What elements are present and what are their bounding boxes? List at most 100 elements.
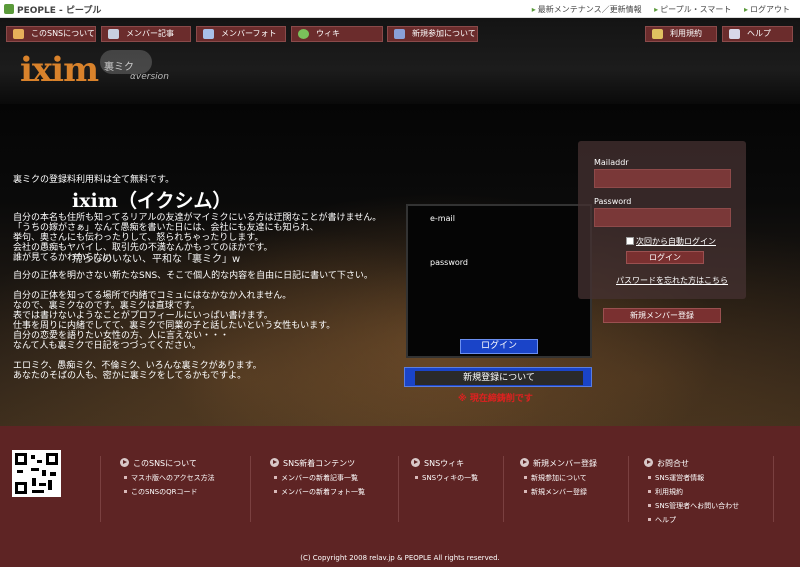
hero-line: 自分の正体を明かさない新たなSNS、そこで個人的な内容を自由に日記に書いて下さい…: [13, 271, 373, 281]
nav-terms[interactable]: 利用規約: [645, 26, 717, 42]
footer-divider: [503, 456, 504, 522]
footer-head-new-member[interactable]: 新規メンバー登録: [520, 458, 597, 469]
auto-login-label: 次回から自動ログイン: [636, 237, 716, 246]
login-button[interactable]: ログイン: [460, 339, 538, 354]
copyright: (C) Copyright 2008 relav.jp & PEOPLE All…: [300, 554, 500, 562]
footer-link[interactable]: SNSウィキの一覧: [411, 473, 478, 483]
nav-new-join-label: 新規参加について: [412, 29, 476, 38]
footer-col-wiki: SNSウィキ SNSウィキの一覧: [411, 458, 478, 483]
footer-link[interactable]: ヘルプ: [644, 515, 739, 525]
hero-title: ixim（イクシム）: [72, 190, 232, 212]
arrow-circle-icon: [644, 458, 653, 467]
footer-col-new-content: SNS新着コンテンツ メンバーの新着記事一覧 メンバーの新着フォト一覧: [270, 458, 365, 497]
footer-col-new-member: 新規メンバー登録 新規参加について 新規メンバー登録: [520, 458, 597, 497]
people-smart-link-label: ピープル・スマート: [660, 5, 732, 14]
new-member-button[interactable]: 新規メンバー登録: [603, 308, 721, 323]
arrow-icon: ▸: [743, 5, 748, 14]
footer-head-label: SNSウィキ: [424, 459, 465, 468]
side-login-button[interactable]: ログイン: [626, 251, 704, 264]
footer-head-label: このSNSについて: [133, 459, 197, 468]
password-label: password: [430, 258, 468, 267]
nav-member-articles[interactable]: メンバー記事: [101, 26, 191, 42]
login-panel: e-mail password ログイン: [406, 204, 592, 358]
qr-code: [12, 450, 61, 497]
arrow-icon: ▸: [654, 5, 659, 14]
forgot-password-link[interactable]: パスワードを忘れた方はこちら: [616, 275, 728, 286]
users-icon: [394, 29, 405, 39]
side-login-panel: Mailaddr Password 次回から自動ログイン ログイン パスワードを…: [578, 141, 746, 299]
arrow-circle-icon: [120, 458, 129, 467]
footer-divider: [773, 456, 774, 522]
nav-wiki[interactable]: ウィキ: [291, 26, 383, 42]
arrow-icon: ▸: [531, 5, 536, 14]
footer-link[interactable]: メンバーの新着記事一覧: [270, 473, 365, 483]
people-logo-icon: [4, 4, 14, 14]
footer-link[interactable]: マスホ版へのアクセス方法: [120, 473, 215, 483]
maintenance-link-label: 最新メンテナンス／更新情報: [537, 5, 642, 14]
article-icon: [108, 29, 119, 39]
footer-link[interactable]: メンバーの新着フォト一覧: [270, 487, 365, 497]
free-notice: 裏ミクの登録料利用料は全て無料です。: [13, 175, 175, 185]
footer-head-label: 新規メンバー登録: [533, 459, 597, 468]
footer-divider: [250, 456, 251, 522]
people-smart-link[interactable]: ▸ ピープル・スマート: [654, 5, 731, 14]
site-logo[interactable]: ixim: [20, 50, 99, 90]
help-icon: [729, 29, 740, 39]
nav-wiki-label: ウィキ: [316, 29, 340, 38]
logo-subtitle: 裏ミク: [104, 62, 134, 73]
mailaddr-field[interactable]: [594, 169, 731, 188]
mailaddr-label: Mailaddr: [594, 158, 629, 167]
arrow-circle-icon: [411, 458, 420, 467]
footer-head-new-content[interactable]: SNS新着コンテンツ: [270, 458, 365, 469]
nav-about-sns-label: このSNSについて: [31, 29, 95, 38]
nav-member-photos-label: メンバーフォト: [221, 29, 277, 38]
footer-divider: [100, 456, 101, 522]
footer-link[interactable]: SNS運営者情報: [644, 473, 739, 483]
globe-icon: [298, 29, 309, 39]
home-icon: [13, 29, 24, 39]
top-bar: PEOPLE - ピープル ▸ 最新メンテナンス／更新情報 ▸ ピープル・スマート …: [0, 0, 800, 18]
nav-terms-label: 利用規約: [670, 29, 702, 38]
footer-head-label: お問合せ: [657, 459, 689, 468]
register-about-label: 新規登録について: [415, 371, 583, 385]
email-label: e-mail: [430, 214, 455, 223]
nav-member-articles-label: メンバー記事: [126, 29, 174, 38]
nav-member-photos[interactable]: メンバーフォト: [196, 26, 286, 42]
footer-head-wiki[interactable]: SNSウィキ: [411, 458, 478, 469]
password-field[interactable]: [594, 208, 731, 227]
logo-version: αversion: [130, 72, 169, 82]
arrow-circle-icon: [270, 458, 279, 467]
brand-label: PEOPLE - ピープル: [17, 6, 102, 16]
footer-head-label: SNS新着コンテンツ: [283, 459, 356, 468]
checkbox-icon[interactable]: [626, 237, 634, 245]
pencil-icon: [652, 29, 663, 39]
footer-link[interactable]: このSNSのQRコード: [120, 487, 215, 497]
footer-link[interactable]: 新規参加について: [520, 473, 597, 483]
logout-link[interactable]: ▸ ログアウト: [744, 5, 790, 14]
footer-col-about: このSNSについて マスホ版へのアクセス方法 このSNSのQRコード: [120, 458, 215, 497]
site-footer: このSNSについて マスホ版へのアクセス方法 このSNSのQRコード SNS新着…: [0, 426, 800, 567]
footer-col-contact: お問合せ SNS運営者情報 利用規約 SNS管理者へお問い合わせ ヘルプ: [644, 458, 739, 525]
auto-login-checkbox[interactable]: 次回から自動ログイン: [626, 236, 716, 247]
footer-head-about[interactable]: このSNSについて: [120, 458, 215, 469]
register-about-button[interactable]: 新規登録について: [404, 367, 592, 387]
footer-link[interactable]: 新規メンバー登録: [520, 487, 597, 497]
email-field[interactable]: [430, 226, 570, 240]
maintenance-link[interactable]: ▸ 最新メンテナンス／更新情報: [532, 5, 642, 14]
people-brand[interactable]: PEOPLE - ピープル: [4, 3, 101, 16]
nav-about-sns[interactable]: このSNSについて: [6, 26, 96, 42]
arrow-circle-icon: [520, 458, 529, 467]
footer-divider: [628, 456, 629, 522]
nav-new-join[interactable]: 新規参加について: [387, 26, 478, 42]
hero-quote: 荒らしのいない、平和な「裏ミク」w: [72, 254, 241, 265]
logout-link-label: ログアウト: [750, 5, 790, 14]
hero-line: あなたのそばの人も、密かに裏ミクをしてるかもですよ。: [13, 371, 247, 381]
password-label: Password: [594, 197, 632, 206]
footer-head-contact[interactable]: お問合せ: [644, 458, 739, 469]
nav-help-label: ヘルプ: [747, 29, 771, 38]
top-links: ▸ 最新メンテナンス／更新情報 ▸ ピープル・スマート ▸ ログアウト: [522, 4, 790, 15]
footer-link[interactable]: 利用規約: [644, 487, 739, 497]
nav-help[interactable]: ヘルプ: [722, 26, 793, 42]
password-field[interactable]: [430, 270, 570, 284]
footer-link[interactable]: SNS管理者へお問い合わせ: [644, 501, 739, 511]
